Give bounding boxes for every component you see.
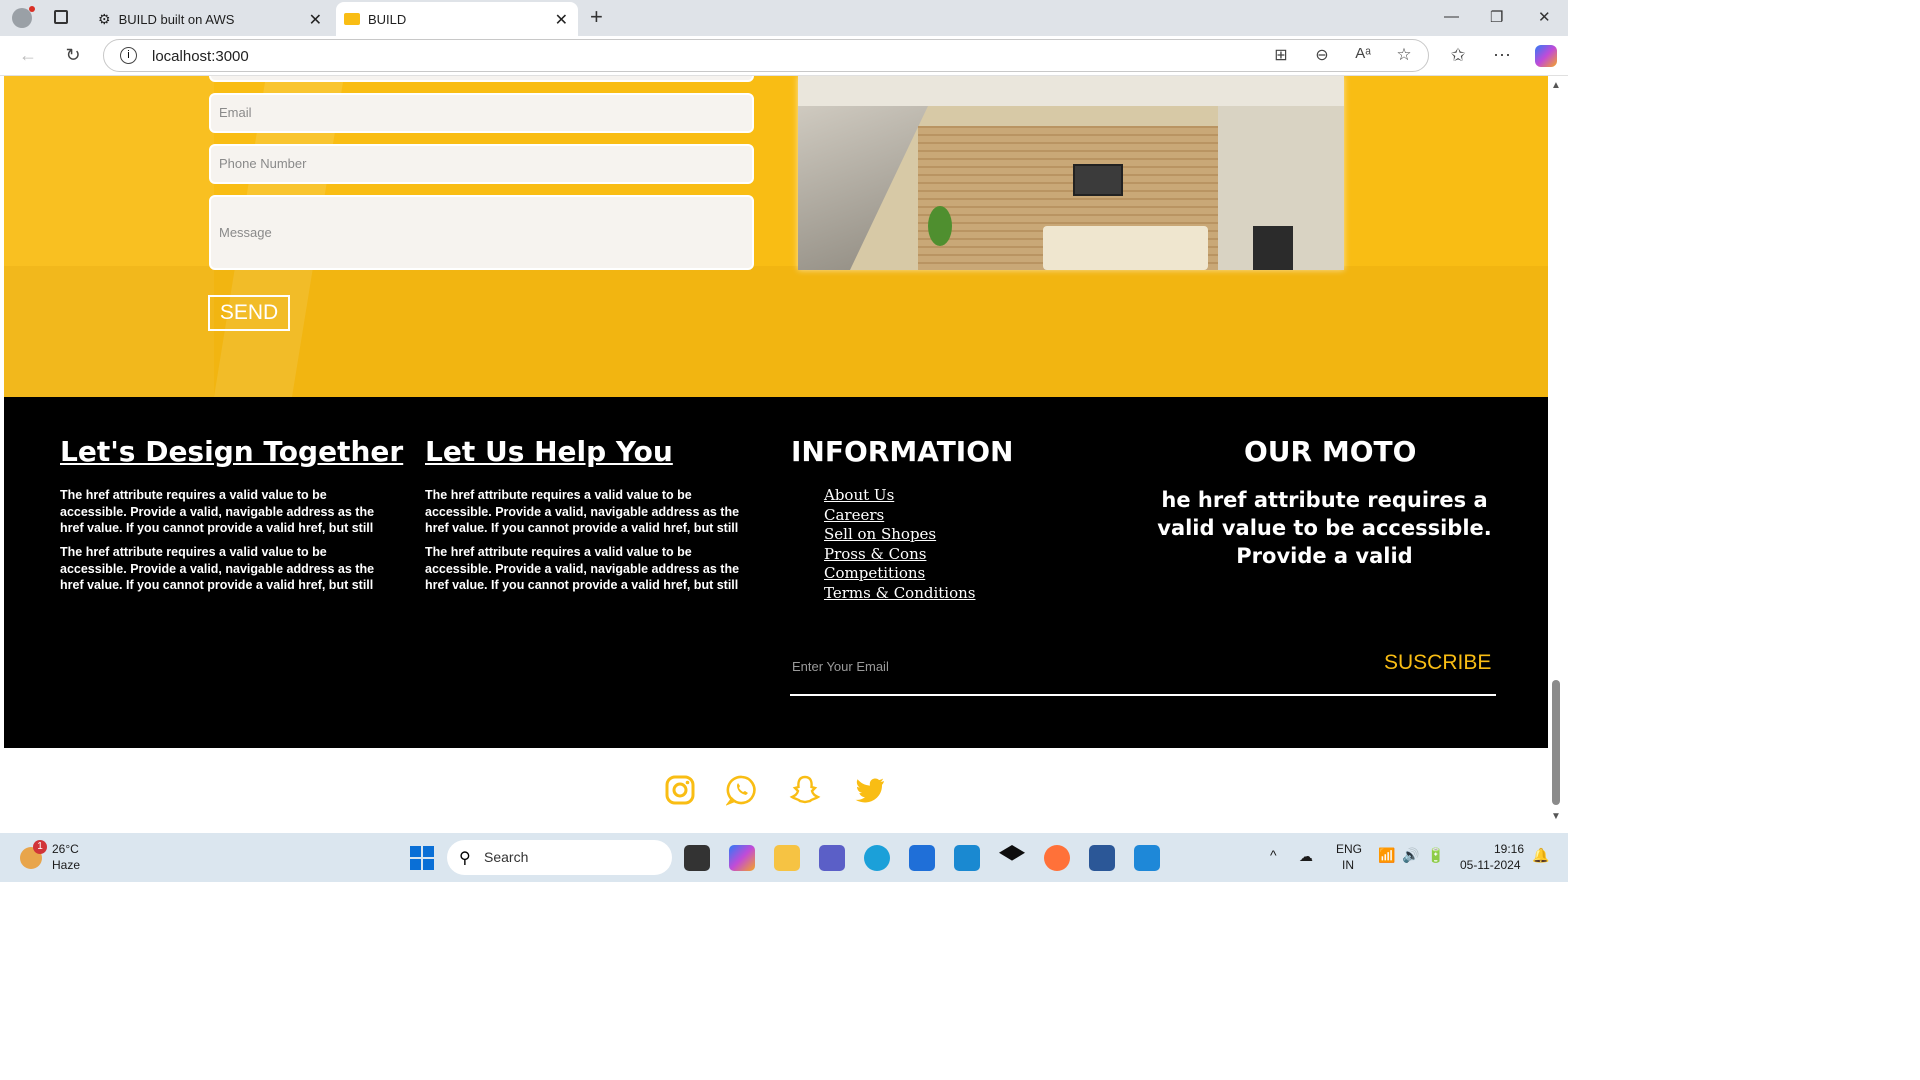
link-pross-cons[interactable]: Pross & Cons (824, 545, 926, 563)
show-hidden-icons[interactable]: ^ (1270, 847, 1277, 863)
task-view-icon[interactable] (684, 845, 710, 871)
background-decor (4, 266, 1548, 397)
name-field-partial[interactable] (209, 76, 754, 82)
word-icon[interactable] (1089, 845, 1115, 871)
design-paragraph: The href attribute requires a valid valu… (60, 545, 375, 592)
help-paragraph: The href attribute requires a valid valu… (425, 488, 740, 535)
url-text[interactable]: localhost:3000 (152, 48, 249, 65)
volume-icon[interactable]: 🔊 (1402, 847, 1419, 864)
weather-badge: 1 (33, 840, 47, 854)
subscribe-button[interactable]: SUSCRIBE (1384, 651, 1491, 675)
send-button[interactable]: SEND (208, 295, 290, 331)
back-icon[interactable]: ← (17, 45, 39, 66)
address-bar[interactable]: i localhost:3000 ⊞ ⊖ Aᵃ ☆ (103, 39, 1429, 72)
new-tab-icon[interactable]: + (590, 4, 603, 30)
link-terms[interactable]: Terms & Conditions (824, 584, 975, 602)
zoom-out-icon[interactable]: ⊖ (1311, 45, 1333, 65)
email-field[interactable]: Email (209, 93, 754, 133)
message-field[interactable]: Message (209, 195, 754, 270)
tab-title: BUILD (368, 11, 407, 27)
app-available-icon[interactable]: ⊞ (1270, 45, 1292, 65)
favorites-icon[interactable]: ✩ (1447, 45, 1469, 66)
moto-heading: OUR MOTO (1244, 435, 1417, 468)
link-competitions[interactable]: Competitions (824, 564, 925, 582)
windows-taskbar: 1 26°C Haze ⚲ Search ^ ☁ ENG IN 📶 🔊 🔋 19… (0, 833, 1568, 882)
close-tab-icon[interactable]: ✕ (309, 10, 322, 30)
phone-field[interactable]: Phone Number (209, 144, 754, 184)
close-window-icon[interactable]: ✕ (1538, 8, 1551, 26)
help-paragraph: The href attribute requires a valid valu… (425, 545, 740, 592)
site-info-icon[interactable]: i (120, 47, 137, 64)
wifi-icon[interactable]: 📶 (1378, 847, 1395, 864)
twitter-icon[interactable] (854, 774, 886, 806)
search-icon: ⚲ (459, 850, 471, 867)
language-code[interactable]: ENG (1336, 842, 1362, 856)
windows-start-icon[interactable] (410, 846, 434, 870)
help-you-heading: Let Us Help You (425, 435, 673, 468)
snapchat-icon[interactable] (789, 774, 821, 806)
browser-toolbar: ← ↻ i localhost:3000 ⊞ ⊖ Aᵃ ☆ ✩ ⋯ (0, 36, 1568, 76)
contact-section: Email Phone Number Message SEND (4, 76, 1548, 397)
link-about-us[interactable]: About Us (824, 486, 894, 504)
clock-date[interactable]: 05-11-2024 (1460, 858, 1521, 872)
link-sell-on-shopes[interactable]: Sell on Shopes (824, 525, 936, 543)
more-menu-icon[interactable]: ⋯ (1491, 45, 1513, 66)
openai-favicon-icon: ⚙ (98, 10, 111, 27)
notification-bell-icon[interactable]: 🔔 (1532, 847, 1549, 864)
whatsapp-icon[interactable] (726, 774, 758, 806)
myhp-icon[interactable] (954, 845, 980, 871)
copilot-taskbar-icon[interactable] (729, 845, 755, 871)
footer: Let's Design Together The href attribute… (4, 397, 1548, 748)
taskbar-search[interactable]: ⚲ Search (447, 840, 672, 875)
interior-photo (798, 76, 1344, 270)
page-scrollbar[interactable]: ▲ ▼ (1548, 76, 1568, 833)
copilot-icon[interactable] (1535, 45, 1557, 67)
scroll-up-arrow-icon[interactable]: ▲ (1551, 80, 1561, 91)
browser-tab-bar: ⚙ BUILD built on AWS ✕ BUILD ✕ + — ❐ ✕ (0, 0, 1568, 36)
notification-dot (29, 6, 35, 12)
scroll-down-arrow-icon[interactable]: ▼ (1551, 811, 1561, 822)
onedrive-icon[interactable]: ☁ (1299, 848, 1313, 865)
tab-title: BUILD built on AWS (118, 11, 235, 27)
region-code[interactable]: IN (1342, 858, 1354, 872)
moto-text: he href attribute requires a valid value… (1157, 488, 1492, 568)
dropbox-icon[interactable] (999, 845, 1025, 861)
favorite-star-icon[interactable]: ☆ (1393, 45, 1415, 65)
weather-desc[interactable]: Haze (52, 858, 80, 872)
social-bar (4, 748, 1548, 833)
refresh-icon[interactable]: ↻ (62, 45, 84, 66)
vscode-icon[interactable] (1134, 845, 1160, 871)
battery-icon[interactable]: 🔋 (1427, 847, 1444, 864)
tab-actions-icon[interactable] (54, 10, 68, 24)
link-careers[interactable]: Careers (824, 506, 884, 524)
edge-icon[interactable] (864, 845, 890, 871)
build-favicon-icon (344, 13, 360, 25)
minimize-icon[interactable]: — (1444, 8, 1459, 25)
close-tab-icon[interactable]: ✕ (555, 10, 568, 30)
firefox-icon[interactable] (1044, 845, 1070, 871)
read-aloud-icon[interactable]: Aᵃ (1352, 45, 1374, 62)
weather-temp[interactable]: 26°C (52, 842, 79, 856)
search-label: Search (484, 849, 529, 865)
web-page: Email Phone Number Message SEND Let's De… (4, 76, 1548, 833)
subscribe-email-input[interactable]: Enter Your Email (792, 659, 889, 674)
clock-time[interactable]: 19:16 (1494, 842, 1524, 856)
instagram-icon[interactable] (664, 774, 696, 806)
tab-build-aws[interactable]: ⚙ BUILD built on AWS ✕ (88, 2, 332, 36)
teams-icon[interactable] (819, 845, 845, 871)
file-explorer-icon[interactable] (774, 845, 800, 871)
restore-icon[interactable]: ❐ (1490, 8, 1503, 26)
tab-build[interactable]: BUILD ✕ (336, 2, 578, 36)
design-paragraph: The href attribute requires a valid valu… (60, 488, 375, 535)
information-heading: INFORMATION (791, 435, 1014, 468)
design-together-heading: Let's Design Together (60, 435, 404, 468)
subscribe-underline (790, 694, 1496, 696)
scrollbar-thumb[interactable] (1552, 680, 1560, 805)
store-icon[interactable] (909, 845, 935, 871)
